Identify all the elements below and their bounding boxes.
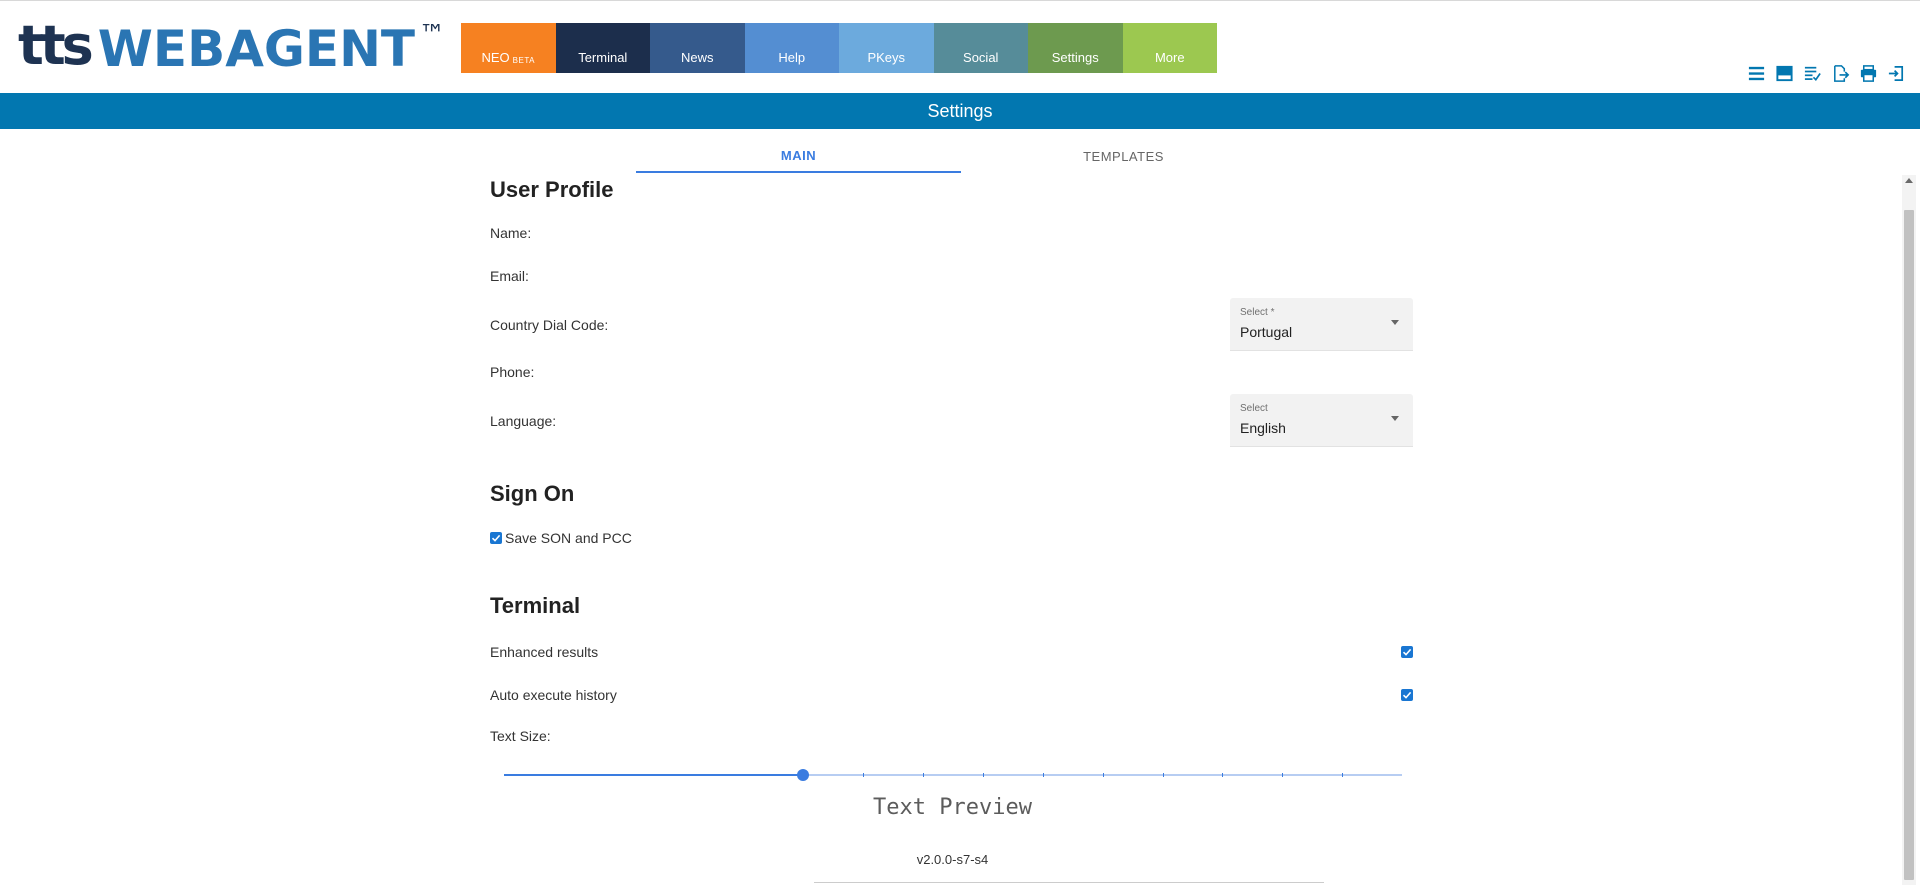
version-label: v2.0.0-s7-s4 <box>916 852 989 867</box>
nav-tab-label: News <box>680 50 714 65</box>
nav-tab-label: NEO <box>481 50 510 65</box>
scroll-up-icon[interactable] <box>1905 178 1913 183</box>
terminal-heading: Terminal <box>490 593 581 618</box>
text-preview: Text Preview <box>873 795 1032 820</box>
phone-label: Phone: <box>490 364 535 380</box>
webagent-page: tts WEBAGENT ™ NEO BETA Terminal News He… <box>0 0 1920 885</box>
slider-tick <box>1222 773 1224 777</box>
logo-trademark: ™ <box>419 20 446 50</box>
slider-tick <box>1102 773 1104 777</box>
check-icon <box>1402 648 1412 656</box>
language-label: Language: <box>490 413 557 429</box>
text-size-slider[interactable] <box>504 765 1402 785</box>
tts-webagent-logo: tts WEBAGENT ™ <box>18 14 446 79</box>
nav-tab-label: Social <box>963 50 999 65</box>
slider-tick <box>923 773 925 777</box>
slider-tick <box>982 773 984 777</box>
nav-tab-pkeys[interactable]: PKeys <box>839 23 934 73</box>
menu-icon[interactable] <box>1747 64 1766 83</box>
footer-divider <box>814 882 1324 883</box>
slider-tick <box>1042 773 1044 777</box>
list-check-icon[interactable] <box>1803 64 1822 83</box>
nav-tab-label: Terminal <box>578 50 628 65</box>
dropdown-caret-icon <box>1391 416 1399 421</box>
user-profile-heading: User Profile <box>490 177 614 202</box>
logo-tts-text: tts <box>18 14 94 77</box>
sign-on-heading: Sign On <box>490 481 575 506</box>
tab-main[interactable]: MAIN <box>636 140 961 173</box>
enhanced-results-label: Enhanced results <box>490 644 599 660</box>
language-select[interactable]: Select English <box>1230 394 1413 447</box>
slider-tick <box>1342 773 1344 777</box>
slider-tick <box>1162 773 1164 777</box>
slider-tick <box>863 773 865 777</box>
beta-badge: BETA <box>512 56 535 65</box>
vertical-scrollbar[interactable] <box>1902 175 1916 885</box>
text-size-label: Text Size: <box>490 728 551 744</box>
export-icon[interactable] <box>1831 64 1850 83</box>
page-title: Settings <box>927 100 993 121</box>
page-title-bar: Settings <box>0 93 1920 129</box>
nav-tab-label: More <box>1154 50 1185 65</box>
top-border <box>0 0 1920 3</box>
nav-tab-social[interactable]: Social <box>933 23 1028 73</box>
slider-tick <box>1282 773 1284 777</box>
nav-tab-more[interactable]: More <box>1122 23 1217 73</box>
save-son-pcc-label: Save SON and PCC <box>505 530 632 546</box>
select-value: Portugal <box>1240 324 1293 340</box>
nav-tab-terminal[interactable]: Terminal <box>555 23 650 73</box>
enhanced-results-checkbox[interactable] <box>1401 646 1413 658</box>
panel-icon[interactable] <box>1775 64 1794 83</box>
check-icon <box>491 534 501 542</box>
email-label: Email: <box>490 268 529 284</box>
slider-fill <box>504 774 804 776</box>
name-label: Name: <box>490 225 532 241</box>
tab-templates[interactable]: TEMPLATES <box>961 140 1286 173</box>
save-son-pcc-checkbox[interactable] <box>490 532 502 544</box>
logo-webagent-text: WEBAGENT <box>97 20 416 78</box>
auto-execute-history-checkbox[interactable] <box>1401 689 1413 701</box>
country-dial-code-select[interactable]: Select * Portugal <box>1230 298 1413 351</box>
settings-subtabs: MAIN TEMPLATES <box>636 140 1286 173</box>
nav-tab-news[interactable]: News <box>650 23 745 73</box>
select-label: Select <box>1240 403 1268 414</box>
toolbar <box>1747 64 1906 83</box>
select-value: English <box>1240 420 1286 436</box>
country-dial-code-label: Country Dial Code: <box>490 317 609 333</box>
logout-icon[interactable] <box>1887 64 1906 83</box>
nav-tab-settings[interactable]: Settings <box>1028 23 1123 73</box>
main-nav: NEO BETA Terminal News Help PKeys Social… <box>461 23 1217 73</box>
check-icon <box>1402 691 1412 699</box>
nav-tab-label: Help <box>778 50 806 65</box>
nav-tab-help[interactable]: Help <box>744 23 839 73</box>
slider-thumb[interactable] <box>797 769 810 781</box>
nav-tab-label: Settings <box>1051 50 1099 65</box>
print-icon[interactable] <box>1859 64 1878 83</box>
scrollbar-thumb[interactable] <box>1904 210 1914 880</box>
auto-execute-history-label: Auto execute history <box>490 687 617 703</box>
nav-tab-label: PKeys <box>867 50 906 65</box>
select-label: Select * <box>1240 307 1275 318</box>
dropdown-caret-icon <box>1391 320 1399 325</box>
nav-tab-neo[interactable]: NEO BETA <box>461 23 556 73</box>
